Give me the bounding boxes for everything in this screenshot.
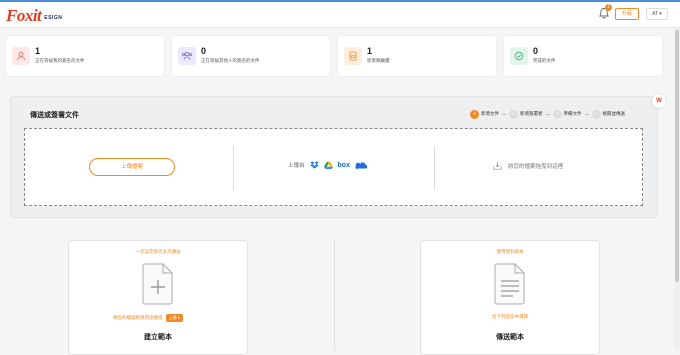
step-divider	[545, 113, 550, 115]
templates-divider	[334, 240, 335, 350]
google-drive-icon[interactable]	[323, 161, 333, 169]
upload-from-label: 上傳自	[288, 163, 305, 169]
step-label: 新增文件	[481, 111, 499, 116]
stat-card-drafts[interactable]: 1 從草稿繼續	[338, 36, 496, 76]
step-label: 新增簽署者	[520, 111, 543, 116]
create-template-hint: 將您的檔案拖曳到這裡或 上傳 ▾	[113, 314, 183, 322]
notification-badge: 1	[605, 4, 612, 11]
stat-count: 0	[533, 46, 539, 56]
users-icon	[178, 47, 196, 65]
step-divider	[502, 113, 506, 115]
logo-text: Foxit	[6, 6, 42, 25]
card-top-text: 使用現有範本	[496, 249, 524, 254]
user-menu-button[interactable]: AT ▾	[646, 8, 668, 20]
send-template-title: 傳送範本	[496, 334, 524, 341]
stat-count: 0	[201, 46, 207, 56]
card-top-text: 一次設定即可多次傳送	[135, 249, 181, 254]
create-template-card[interactable]: 一次設定即可多次傳送 將您的檔案拖曳到這裡或 上傳 ▾ 建立範本	[68, 240, 248, 355]
create-template-title: 建立範本	[144, 334, 172, 341]
wps-floating-icon[interactable]: W	[652, 94, 666, 108]
step-divider	[584, 113, 589, 115]
dropbox-icon[interactable]	[309, 161, 319, 169]
draft-document-icon	[344, 47, 362, 65]
step-add-document[interactable]: + 新增文件	[470, 109, 499, 119]
stat-card-completed[interactable]: 0 完成的文件	[504, 36, 662, 76]
template-document-icon	[494, 263, 525, 305]
step-label: 準備文件	[563, 111, 582, 116]
step-prepare-document[interactable]: • 準備文件	[552, 109, 582, 119]
stat-card-waiting-for-me[interactable]: 1 正在等候我的簽名的文件	[6, 36, 164, 76]
stat-card-waiting-for-others[interactable]: 0 正在等候其他人的簽名的文件	[172, 36, 330, 76]
upload-dropdown-button[interactable]: 上傳 ▾	[165, 314, 183, 322]
scrollbar-thumb[interactable]	[675, 30, 679, 282]
check-circle-icon	[510, 47, 528, 65]
foxit-logo[interactable]: Foxit ESIGN	[6, 6, 62, 24]
onedrive-icon[interactable]	[355, 161, 367, 169]
drag-drop-hint: 將您的檔案拖曳到這裡	[493, 161, 563, 170]
stat-label: 完成的文件	[533, 58, 556, 63]
panel-title: 傳送或簽署文件	[30, 112, 79, 119]
drop-zone-divider	[233, 146, 234, 190]
drop-zone-divider	[434, 146, 435, 190]
logo-sub: ESIGN	[44, 15, 63, 21]
add-document-icon: +	[470, 109, 479, 119]
stat-count: 1	[35, 46, 41, 56]
new-document-icon	[142, 263, 173, 305]
send-icon: •	[591, 109, 601, 119]
send-template-card[interactable]: 使用現有範本 從下列區段中選擇 傳送範本	[420, 240, 600, 355]
stat-label: 正在等候我的簽名的文件	[35, 58, 85, 63]
upload-file-button[interactable]: 上傳檔案	[89, 158, 175, 176]
cloud-upload-sources: 上傳自 box	[288, 161, 367, 169]
send-template-hint: 從下列區段中選擇	[492, 314, 528, 319]
prepare-icon: •	[552, 109, 562, 119]
step-add-signers[interactable]: • 新增簽署者	[509, 109, 543, 119]
box-icon[interactable]: box	[338, 162, 350, 169]
step-label: 檢閱並傳送	[602, 111, 626, 116]
hint-text: 將您的檔案拖曳到這裡或	[113, 315, 163, 320]
wizard-steps: + 新增文件 • 新增簽署者 • 準備文件 • 檢閱並傳送	[470, 108, 625, 120]
app-header: Foxit ESIGN	[0, 2, 680, 28]
step-review-send[interactable]: • 檢閱並傳送	[591, 109, 626, 119]
user-icon	[12, 47, 30, 65]
upgrade-button[interactable]: 升級	[615, 8, 639, 20]
stat-label: 正在等候其他人的簽名的文件	[201, 58, 260, 63]
download-tray-icon	[493, 162, 502, 170]
stat-count: 1	[367, 46, 373, 56]
drag-text: 將您的檔案拖曳到這裡	[508, 163, 564, 170]
signer-icon: •	[509, 109, 518, 119]
stat-label: 從草稿繼續	[367, 58, 390, 63]
